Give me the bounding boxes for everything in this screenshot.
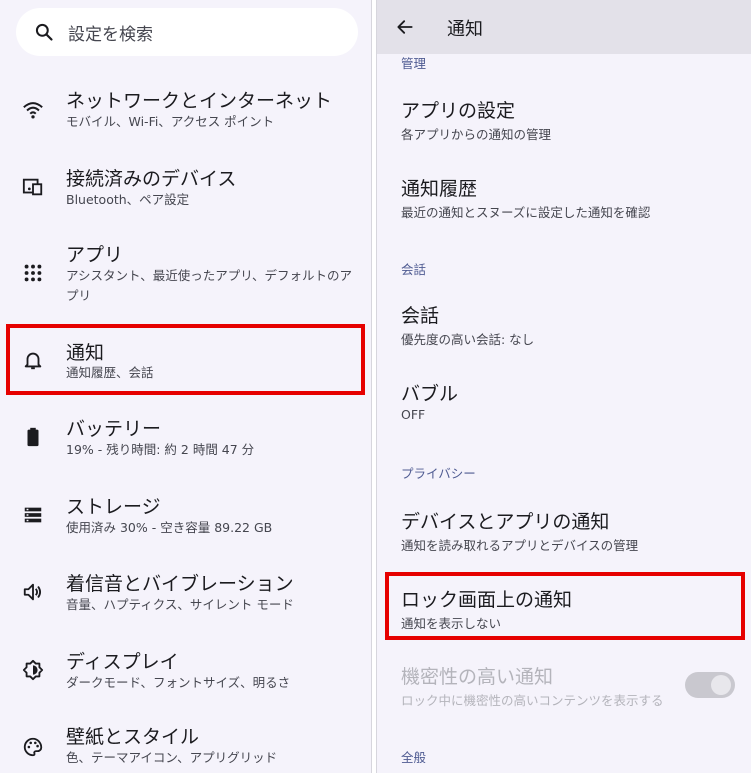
item-title: 機密性の高い通知 — [401, 666, 554, 688]
battery-icon — [27, 427, 39, 447]
notification-settings-panel: 通知 管理 アプリの設定 各アプリからの通知の管理 通知履歴 最近の通知とスヌー… — [376, 0, 751, 773]
settings-item-subtitle: アシスタント、最近使ったアプリ、デフォルトのアプリ — [66, 268, 353, 303]
item-subtitle: 各アプリからの通知の管理 — [401, 127, 552, 142]
sensitive-toggle-switch — [685, 672, 735, 698]
wifi-icon — [23, 102, 43, 119]
settings-item-title: バッテリー — [66, 418, 162, 440]
settings-item-title: ディスプレイ — [66, 651, 179, 673]
item-subtitle: 最近の通知とスヌーズに設定した通知を確認 — [401, 205, 651, 220]
apps-grid-icon — [24, 264, 42, 282]
item-title: 通知履歴 — [401, 178, 478, 200]
section-header-general: 全般 — [401, 750, 427, 765]
settings-item-title: ストレージ — [66, 496, 161, 518]
item-subtitle: 通知を読み取れるアプリとデバイスの管理 — [401, 538, 639, 553]
item-title: 会話 — [401, 305, 440, 327]
settings-item-subtitle: 音量、ハプティクス、サイレント モード — [66, 597, 294, 612]
item-title: アプリの設定 — [401, 100, 516, 122]
settings-item-subtitle: 19% - 残り時間: 約 2 時間 47 分 — [66, 442, 255, 457]
item-title: デバイスとアプリの通知 — [401, 511, 610, 533]
toggle-knob — [711, 675, 731, 695]
settings-item-title: 接続済みのデバイス — [66, 168, 237, 190]
highlight-box — [385, 572, 745, 640]
item-device-app-notifications[interactable]: デバイスとアプリの通知 通知を読み取れるアプリとデバイスの管理 — [377, 505, 751, 565]
settings-item-subtitle: モバイル、Wi-Fi、アクセス ポイント — [66, 114, 275, 129]
back-arrow-icon[interactable] — [395, 17, 415, 37]
search-placeholder: 設定を検索 — [68, 25, 153, 45]
section-header-manage: 管理 — [401, 56, 427, 71]
settings-item-title: 着信音とバイブレーション — [66, 573, 294, 595]
settings-item-title: 壁紙とスタイル — [66, 726, 200, 748]
settings-item-subtitle: Bluetooth、ペア設定 — [66, 192, 190, 207]
devices-icon — [22, 178, 43, 196]
volume-icon — [23, 583, 42, 601]
item-notification-history[interactable]: 通知履歴 最近の通知とスヌーズに設定した通知を確認 — [377, 172, 751, 232]
section-header-privacy: プライバシー — [401, 466, 476, 481]
settings-item-title: アプリ — [66, 244, 124, 266]
settings-item-battery[interactable]: バッテリー 19% - 残り時間: 約 2 時間 47 分 — [0, 412, 371, 482]
settings-item-devices[interactable]: 接続済みのデバイス Bluetooth、ペア設定 — [0, 162, 371, 232]
storage-icon — [24, 507, 42, 523]
item-sensitive-notifications: 機密性の高い通知 ロック中に機密性の高いコンテンツを表示する — [377, 662, 751, 722]
app-bar: 通知 — [377, 0, 751, 54]
settings-item-network[interactable]: ネットワークとインターネット モバイル、Wi-Fi、アクセス ポイント — [0, 84, 371, 154]
item-title: バブル — [401, 383, 459, 405]
item-subtitle: 優先度の高い会話: なし — [401, 332, 535, 347]
item-bubbles[interactable]: バブル OFF — [377, 377, 751, 437]
settings-item-subtitle: 色、テーマアイコン、アプリグリッド — [66, 750, 278, 765]
item-conversations[interactable]: 会話 優先度の高い会話: なし — [377, 299, 751, 359]
settings-panel: 設定を検索 ネットワークとインターネット モバイル、Wi-Fi、アクセス ポイン… — [0, 0, 372, 773]
item-subtitle: OFF — [401, 407, 426, 422]
section-header-conversations: 会話 — [401, 262, 427, 277]
search-icon — [35, 23, 53, 41]
display-icon — [22, 659, 44, 681]
settings-item-sound[interactable]: 着信音とバイブレーション 音量、ハプティクス、サイレント モード — [0, 567, 371, 637]
highlight-box — [6, 324, 365, 395]
settings-item-wallpaper[interactable]: 壁紙とスタイル 色、テーマアイコン、アプリグリッド — [0, 722, 371, 773]
item-subtitle: ロック中に機密性の高いコンテンツを表示する — [401, 693, 664, 708]
page-title: 通知 — [447, 19, 483, 40]
item-app-settings[interactable]: アプリの設定 各アプリからの通知の管理 — [377, 94, 751, 154]
settings-item-storage[interactable]: ストレージ 使用済み 30% - 空き容量 89.22 GB — [0, 490, 371, 560]
settings-item-subtitle: ダークモード、フォントサイズ、明るさ — [66, 675, 291, 690]
settings-item-display[interactable]: ディスプレイ ダークモード、フォントサイズ、明るさ — [0, 645, 371, 715]
settings-item-apps[interactable]: アプリ アシスタント、最近使ったアプリ、デフォルトのアプリ — [0, 238, 371, 318]
settings-item-title: ネットワークとインターネット — [66, 90, 333, 112]
search-bar[interactable]: 設定を検索 — [16, 8, 358, 56]
settings-item-subtitle: 使用済み 30% - 空き容量 89.22 GB — [66, 520, 273, 535]
palette-icon — [23, 737, 43, 757]
